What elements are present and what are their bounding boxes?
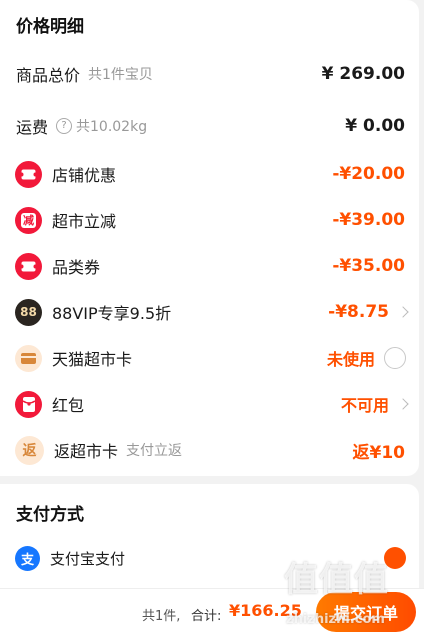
price-detail-title: 价格明细 [16, 17, 84, 37]
goods-total-sub: 共1件宝贝 [88, 67, 153, 83]
alipay-icon: 支 [15, 545, 40, 571]
discount-label: 超市立减 [52, 212, 117, 231]
vip88-icon-text: 88 [20, 305, 37, 319]
goods-total-value: ¥ 269.00 [321, 64, 405, 84]
tmall-card-row[interactable]: 天猫超市卡 未使用 [0, 336, 419, 380]
shipping-label: 运费 [16, 118, 49, 137]
payment-title: 支付方式 [16, 505, 84, 525]
discount-row-category: 品类券 -¥35.00 [0, 244, 419, 288]
watermark-logo: 值值值 [284, 560, 389, 600]
discount-label: 品类券 [52, 258, 101, 277]
discount-label: 88VIP专享9.5折 [52, 304, 172, 323]
discount-row-shop: 店铺优惠 -¥20.00 [0, 152, 419, 196]
rebate-label: 返超市卡 [54, 442, 119, 461]
rebate-value: 返¥10 [352, 442, 406, 463]
discount-value: -¥8.75 [328, 302, 389, 322]
goods-total-row: 商品总价 共1件宝贝 ¥ 269.00 [0, 52, 419, 96]
help-icon[interactable]: ? [56, 118, 73, 134]
rebate-icon: 返 [15, 435, 44, 465]
red-packet-row[interactable]: 红包 不可用 [0, 382, 419, 426]
discount-label: 店铺优惠 [52, 166, 117, 185]
discount-value: -¥39.00 [332, 210, 405, 230]
shipping-row: 运费 ? 共10.02kg ¥ 0.00 [0, 104, 419, 148]
vip88-icon: 88 [15, 298, 42, 326]
red-packet-icon [15, 390, 42, 418]
ticket-icon [15, 160, 42, 188]
item-count: 共1件, [142, 609, 181, 624]
tmall-card-radio[interactable] [384, 347, 406, 369]
alipay-icon-text: 支 [20, 552, 34, 568]
chevron-right-icon [397, 398, 409, 410]
discount-value: -¥35.00 [332, 256, 405, 276]
reduce-icon-text: 减 [21, 212, 36, 228]
card-icon [15, 344, 42, 372]
tmall-card-label: 天猫超市卡 [52, 350, 133, 369]
shipping-value: ¥ 0.00 [345, 116, 405, 136]
rebate-icon-text: 返 [22, 443, 37, 459]
discount-value: -¥20.00 [332, 164, 405, 184]
reduce-icon: 减 [15, 206, 42, 234]
goods-total-label: 商品总价 [16, 66, 81, 85]
price-detail-card: 价格明细 商品总价 共1件宝贝 ¥ 269.00 运费 ? 共10.02kg ¥… [0, 0, 419, 476]
rebate-sub: 支付立返 [126, 443, 183, 459]
discount-row-supermarket: 减 超市立减 -¥39.00 [0, 198, 419, 242]
chevron-right-icon [397, 306, 409, 318]
alipay-label: 支付宝支付 [50, 549, 126, 568]
red-packet-label: 红包 [52, 396, 85, 415]
watermark-site: zhizhizhi.com [286, 612, 385, 627]
discount-row-vip[interactable]: 88 88VIP专享9.5折 -¥8.75 [0, 290, 419, 334]
tmall-card-status: 未使用 [326, 350, 375, 369]
red-packet-status: 不可用 [340, 396, 389, 415]
ticket-icon [15, 252, 42, 280]
rebate-row: 返 返超市卡 支付立返 返¥10 [0, 428, 419, 472]
shipping-sub: 共10.02kg [76, 119, 148, 135]
total-label: 合计: [191, 609, 222, 624]
